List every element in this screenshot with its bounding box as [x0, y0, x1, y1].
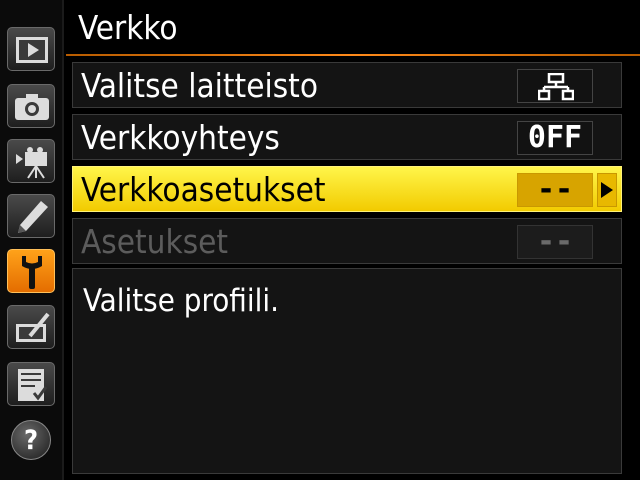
wrench-icon: [22, 256, 42, 289]
options-value: --: [517, 225, 593, 259]
submenu-arrow[interactable]: [597, 173, 617, 207]
retouch-tab[interactable]: [7, 305, 55, 349]
network-icon: [538, 73, 574, 101]
page-title: Verkko: [78, 8, 178, 47]
menu-item-label: Asetukset: [81, 222, 229, 261]
title-underline: [66, 54, 640, 56]
retouch-icon: [16, 312, 50, 342]
menu-item-label: Valitse laitteisto: [81, 66, 318, 105]
pencil-icon: [18, 201, 48, 233]
network-connection-value: 0FF: [517, 121, 593, 155]
arrow-right-icon: [601, 182, 613, 198]
menu-item-select-hardware[interactable]: Valitse laitteisto: [72, 62, 622, 108]
tab-divider: [62, 0, 64, 480]
menu-item-network-connection[interactable]: Verkkoyhteys 0FF: [72, 114, 622, 160]
movie-icon: [16, 147, 47, 179]
my-menu-tab[interactable]: [7, 362, 55, 406]
playback-icon: [16, 37, 48, 63]
my-menu-icon: [18, 369, 48, 401]
playback-tab[interactable]: [7, 27, 55, 71]
menu-tab-strip: ?: [0, 0, 62, 480]
help-text: Valitse profiili.: [83, 283, 279, 319]
shooting-tab[interactable]: [7, 84, 55, 128]
menu-item-label: Verkkoyhteys: [81, 118, 280, 157]
camera-icon: [15, 94, 49, 120]
help-icon[interactable]: ?: [11, 420, 51, 460]
custom-settings-tab[interactable]: [7, 194, 55, 238]
menu-item-options: Asetukset --: [72, 218, 622, 264]
movie-tab[interactable]: [7, 139, 55, 183]
network-value: [517, 69, 593, 103]
menu-item-label: Verkkoasetukset: [81, 170, 326, 209]
network-settings-value: --: [517, 173, 593, 207]
setup-tab[interactable]: [7, 249, 55, 293]
help-panel: Valitse profiili.: [72, 268, 622, 474]
menu-item-network-settings[interactable]: Verkkoasetukset --: [72, 166, 622, 212]
